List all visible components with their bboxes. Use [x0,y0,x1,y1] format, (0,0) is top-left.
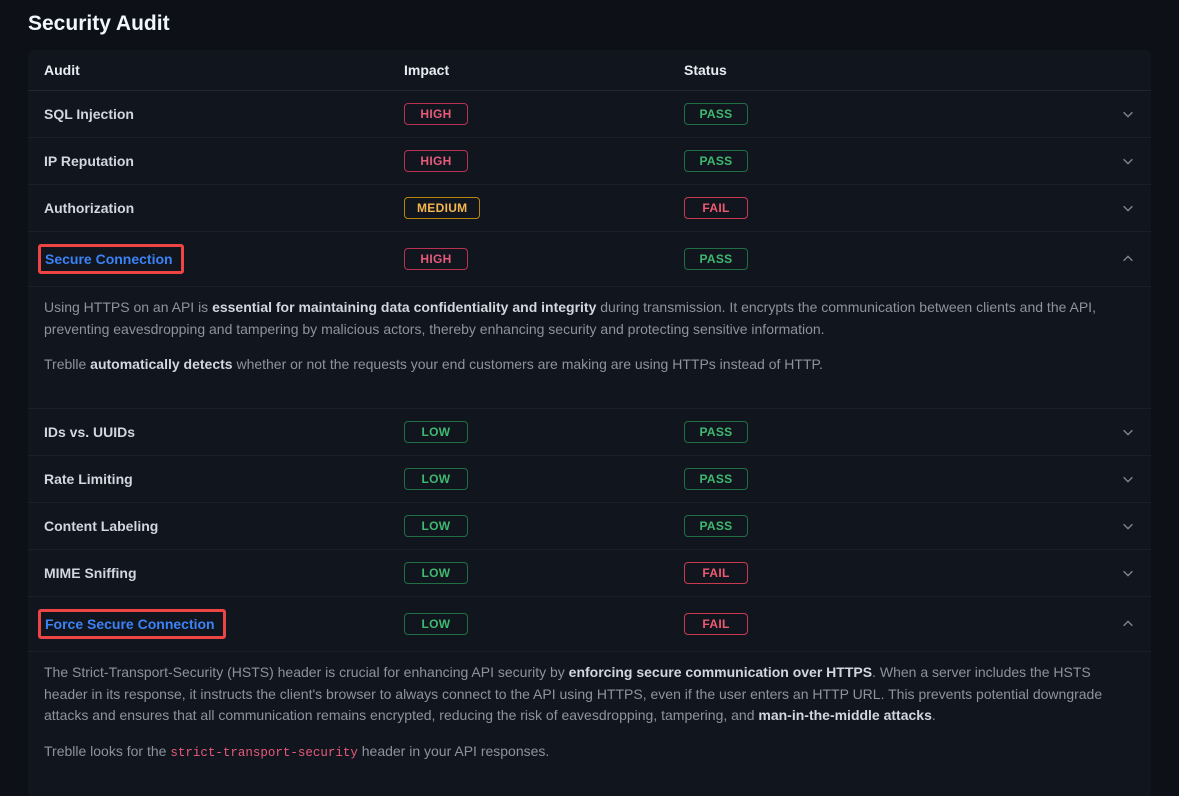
audit-row[interactable]: AuthorizationMEDIUM FAIL [28,185,1151,232]
chevron-down-icon[interactable] [1111,472,1135,486]
status-badge: PASS [684,421,748,443]
impact-badge: LOW [404,515,468,537]
audit-name: Rate Limiting [44,471,404,487]
audit-row[interactable]: Content LabelingLOW PASS [28,503,1151,550]
detail-paragraph: Treblle looks for the strict-transport-s… [44,741,1135,763]
status-badge: FAIL [684,197,748,219]
audit-row[interactable]: Rate LimitingLOW PASS [28,456,1151,503]
status-badge: PASS [684,468,748,490]
audit-row[interactable]: IP ReputationHIGH PASS [28,138,1151,185]
chevron-down-icon[interactable] [1111,425,1135,439]
col-header-audit: Audit [44,62,404,78]
impact-badge: MEDIUM [404,197,480,219]
chevron-up-icon[interactable] [1111,252,1135,266]
impact-badge: LOW [404,421,468,443]
impact-badge: HIGH [404,150,468,172]
status-badge: PASS [684,248,748,270]
audit-panel: Audit Impact Status SQL InjectionHIGHPAS… [28,50,1151,796]
col-header-status: Status [684,62,844,78]
audit-name: Force Secure Connection [44,609,404,639]
audit-name: Content Labeling [44,518,404,534]
audit-row[interactable]: IDs vs. UUIDsLOW PASS [28,409,1151,456]
status-badge: PASS [684,150,748,172]
chevron-down-icon[interactable] [1111,566,1135,580]
audit-row[interactable]: SQL InjectionHIGH PASS [28,91,1151,138]
status-badge: FAIL [684,562,748,584]
detail-paragraph: Treblle automatically detects whether or… [44,354,1135,376]
code-inline: strict-transport-security [170,746,358,760]
audit-row[interactable]: Secure ConnectionHIGHPASS [28,232,1151,287]
chevron-down-icon[interactable] [1111,201,1135,215]
audit-detail: Using HTTPS on an API is essential for m… [28,287,1151,409]
audit-detail: The Strict-Transport-Security (HSTS) hea… [28,652,1151,796]
audit-name: SQL Injection [44,106,404,122]
audit-name: IDs vs. UUIDs [44,424,404,440]
detail-paragraph: The Strict-Transport-Security (HSTS) hea… [44,662,1135,727]
chevron-down-icon[interactable] [1111,519,1135,533]
impact-badge: HIGH [404,103,468,125]
audit-name: IP Reputation [44,153,404,169]
impact-badge: LOW [404,613,468,635]
audit-name: Secure Connection [44,244,404,274]
chevron-down-icon[interactable] [1111,107,1135,121]
status-badge: FAIL [684,613,748,635]
status-badge: PASS [684,515,748,537]
audit-row[interactable]: MIME SniffingLOW FAIL [28,550,1151,597]
impact-badge: LOW [404,562,468,584]
audit-name: MIME Sniffing [44,565,404,581]
table-header: Audit Impact Status [28,50,1151,91]
detail-paragraph: Using HTTPS on an API is essential for m… [44,297,1135,340]
audit-row[interactable]: Force Secure ConnectionLOWFAIL [28,597,1151,652]
highlight-box: Secure Connection [38,244,184,274]
status-badge: PASS [684,103,748,125]
col-header-impact: Impact [404,62,684,78]
chevron-up-icon[interactable] [1111,617,1135,631]
impact-badge: HIGH [404,248,468,270]
highlight-box: Force Secure Connection [38,609,226,639]
chevron-down-icon[interactable] [1111,154,1135,168]
audit-name: Authorization [44,200,404,216]
impact-badge: LOW [404,468,468,490]
page-title: Security Audit [0,0,1179,50]
